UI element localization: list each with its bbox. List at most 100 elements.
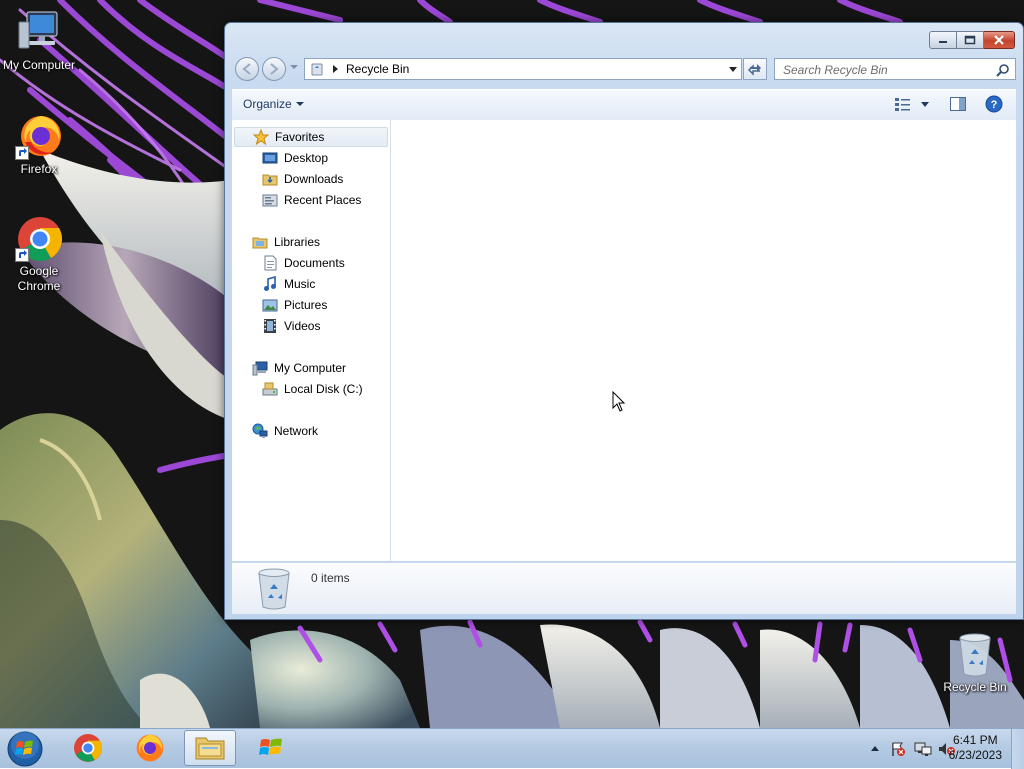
search-icon[interactable] <box>996 63 1010 77</box>
nav-item-label: My Computer <box>274 361 347 375</box>
computer-icon <box>252 361 268 376</box>
clock-date: 6/23/2023 <box>948 748 1002 762</box>
nav-item-downloads[interactable]: Downloads <box>262 169 343 189</box>
chevron-down-icon <box>295 102 304 106</box>
music-icon <box>264 276 276 291</box>
refresh-button[interactable] <box>743 58 767 80</box>
maximize-icon <box>964 35 976 45</box>
breadcrumb-recycle-bin[interactable]: Recycle Bin <box>346 62 409 76</box>
breadcrumb-separator-icon[interactable] <box>333 65 338 73</box>
recent-places-icon <box>262 194 278 207</box>
taskbar-explorer-button[interactable] <box>184 730 236 766</box>
downloads-folder-icon <box>262 174 278 186</box>
address-bar[interactable]: Recycle Bin <box>304 58 742 80</box>
recycle-bin-small-icon <box>311 63 323 76</box>
action-center-flag-icon[interactable] <box>890 741 906 757</box>
taskbar-windows-logo-button[interactable] <box>246 730 298 766</box>
chrome-icon <box>15 214 63 262</box>
libraries-icon <box>252 237 268 249</box>
close-icon <box>994 35 1004 45</box>
nav-item-recent-places[interactable]: Recent Places <box>262 190 361 210</box>
taskbar-chrome-button[interactable] <box>62 730 114 766</box>
navigation-row: Recycle Bin <box>233 56 1017 82</box>
nav-item-label: Documents <box>284 256 345 270</box>
desktop-icon-recycle-bin[interactable]: Recycle Bin <box>936 630 1014 695</box>
chrome-icon <box>74 734 103 762</box>
nav-item-label: Videos <box>284 319 321 333</box>
desktop-icon-my-computer[interactable]: My Computer <box>0 8 78 73</box>
desktop-icon-label: Google Chrome <box>17 264 61 293</box>
nav-item-label: Music <box>284 277 316 291</box>
organize-menu-button[interactable]: Organize <box>243 97 304 111</box>
maximize-button[interactable] <box>957 31 984 49</box>
recycle-bin-icon <box>258 568 290 610</box>
explorer-window: Recycle Bin Organize <box>224 22 1024 620</box>
network-icon <box>252 423 268 438</box>
system-tray: 6:41 PM 6/23/2023 <box>844 729 1024 769</box>
show-desktop-button[interactable] <box>1011 729 1024 769</box>
star-icon <box>253 129 269 145</box>
taskbar-firefox-button[interactable] <box>124 730 176 766</box>
more-views-dropdown[interactable] <box>921 102 929 107</box>
windows-logo-icon <box>259 738 282 755</box>
documents-icon <box>264 255 277 271</box>
navigation-pane: Favorites Desktop Downloads Recent Place… <box>232 120 391 561</box>
nav-item-libraries[interactable]: Libraries <box>252 232 320 252</box>
taskbar-clock[interactable]: 6:41 PM 6/23/2023 <box>949 733 1002 763</box>
desktop-icon-label: Recycle Bin <box>943 680 1007 694</box>
show-hidden-icons-button[interactable] <box>871 746 879 751</box>
nav-item-label: Pictures <box>284 298 328 312</box>
start-button[interactable] <box>6 730 44 768</box>
organize-label: Organize <box>243 97 292 111</box>
file-list-area[interactable] <box>391 120 1016 561</box>
nav-item-desktop[interactable]: Desktop <box>262 148 328 168</box>
nav-item-my-computer[interactable]: My Computer <box>252 358 346 378</box>
minimize-icon <box>939 41 947 43</box>
close-button[interactable] <box>984 31 1015 49</box>
folder-icon <box>195 737 225 760</box>
desktop-icon-firefox[interactable]: Firefox <box>0 112 78 177</box>
refresh-icon <box>747 64 761 76</box>
recent-pages-dropdown[interactable] <box>290 65 298 69</box>
minimize-button[interactable] <box>929 31 957 49</box>
desktop-icon <box>262 152 278 164</box>
nav-item-label: Local Disk (C:) <box>284 382 363 396</box>
change-view-icon[interactable] <box>894 96 912 112</box>
shortcut-arrow-icon <box>15 146 29 160</box>
nav-item-label: Desktop <box>284 151 329 165</box>
videos-icon <box>264 319 276 333</box>
mouse-cursor-icon <box>612 391 626 412</box>
command-bar: Organize ? <box>232 89 1016 121</box>
nav-item-pictures[interactable]: Pictures <box>262 295 327 315</box>
search-box[interactable] <box>774 58 1016 80</box>
help-icon[interactable]: ? <box>985 95 1003 113</box>
network-status-icon[interactable] <box>914 741 932 757</box>
nav-item-music[interactable]: Music <box>262 274 315 294</box>
forward-button[interactable] <box>262 57 286 81</box>
desktop-icon-google-chrome[interactable]: Google Chrome <box>0 214 78 294</box>
nav-item-documents[interactable]: Documents <box>262 253 345 273</box>
local-disk-icon <box>262 382 278 396</box>
svg-text:?: ? <box>991 99 998 111</box>
recycle-bin-icon <box>951 630 999 678</box>
preview-pane-icon[interactable] <box>949 96 967 112</box>
details-pane: 0 items <box>232 562 1016 614</box>
forward-arrow-icon <box>270 63 279 75</box>
nav-item-network[interactable]: Network <box>252 421 318 441</box>
search-input[interactable] <box>781 60 995 80</box>
nav-item-label: Network <box>274 424 319 438</box>
desktop-icon-label: My Computer <box>2 58 76 72</box>
address-history-dropdown[interactable] <box>729 67 737 72</box>
nav-item-local-disk-c[interactable]: Local Disk (C:) <box>262 379 363 399</box>
firefox-icon <box>136 734 164 762</box>
nav-item-label: Favorites <box>275 130 325 144</box>
clock-time: 6:41 PM <box>952 733 998 747</box>
computer-icon <box>15 8 63 56</box>
item-count: 0 items <box>311 571 350 585</box>
nav-item-favorites[interactable]: Favorites <box>234 127 388 147</box>
nav-item-videos[interactable]: Videos <box>262 316 320 336</box>
back-button[interactable] <box>235 57 259 81</box>
back-arrow-icon <box>242 63 251 75</box>
nav-item-label: Downloads <box>284 172 344 186</box>
taskbar: 6:41 PM 6/23/2023 <box>0 728 1024 769</box>
